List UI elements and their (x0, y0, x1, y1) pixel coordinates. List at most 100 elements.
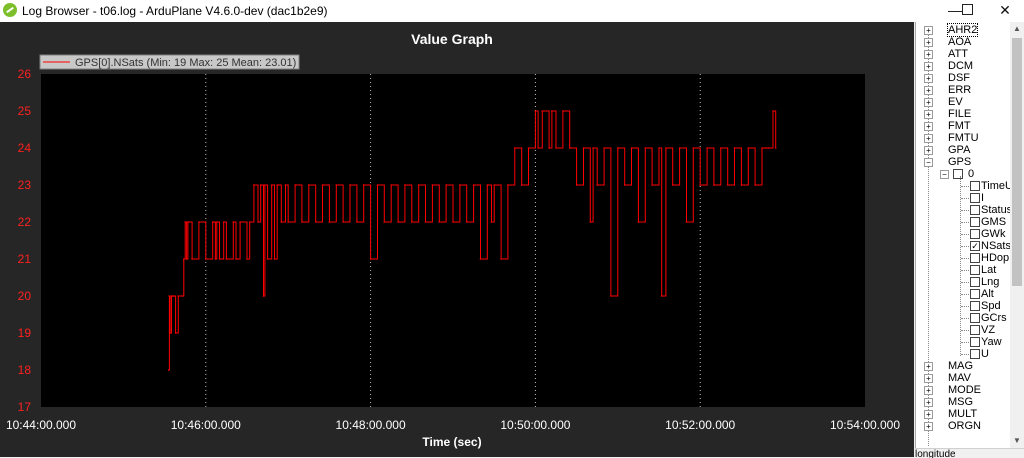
tree-item-msg[interactable]: + MSG (916, 396, 1011, 408)
expand-icon[interactable]: − (924, 158, 933, 167)
tree-scrollbar[interactable]: ▲ ▼ (1010, 22, 1024, 448)
field-label: U (981, 348, 989, 360)
value-graph[interactable]: Value Graph 17 18 19 20 21 22 23 24 25 26 10:44:0… (0, 22, 914, 457)
tree-item-mav[interactable]: + MAV (916, 372, 1011, 384)
data-point (548, 147, 550, 149)
tree-item-label: ORGN (948, 420, 981, 432)
field-gwk[interactable]: GWk (916, 228, 1011, 240)
field-checkbox[interactable] (970, 349, 980, 359)
expand-icon[interactable]: + (924, 122, 933, 131)
field-status[interactable]: Status (916, 204, 1012, 216)
data-point (706, 147, 708, 149)
field-label: NSats (981, 240, 1011, 252)
data-point (314, 221, 317, 223)
field-gms[interactable]: GMS (916, 216, 1011, 228)
scroll-thumb[interactable] (1012, 38, 1022, 286)
field-lng[interactable]: Lng (916, 276, 1011, 288)
data-point (280, 221, 283, 223)
data-point (321, 184, 324, 186)
field-tree[interactable]: + AHR2 + AOA + ATT + DCM + DSF + ERR + EV + FILE + FMT + FM… (915, 22, 1024, 448)
data-point (644, 147, 647, 149)
field-checkbox[interactable] (970, 193, 980, 203)
expand-icon[interactable]: + (924, 362, 933, 371)
tree-item-err[interactable]: + ERR (916, 84, 1011, 96)
field-alt[interactable]: Alt (916, 288, 1011, 300)
field-checkbox[interactable] (970, 313, 980, 323)
tree-item-label: MAV (948, 372, 972, 384)
field-checkbox[interactable] (970, 253, 980, 263)
tree-item-label: 0 (968, 168, 975, 180)
field-yaw[interactable]: Yaw (916, 336, 1011, 348)
x-tick-label: 10:54:00.000 (830, 418, 900, 432)
close-button[interactable]: ✕ (986, 0, 1024, 22)
field-checkbox[interactable] (970, 325, 980, 335)
tree-item-mag[interactable]: + MAG (916, 360, 1011, 372)
expand-icon[interactable]: + (924, 410, 933, 419)
field-gcrs[interactable]: GCrs (916, 312, 1011, 324)
tree-connector (961, 186, 969, 187)
field-hdop[interactable]: HDop (916, 252, 1011, 264)
tree-item-fmt[interactable]: + FMT (916, 120, 1011, 132)
expand-icon[interactable]: + (924, 62, 933, 71)
tree-item-file[interactable]: + FILE (916, 108, 1011, 120)
tree-item-gps-0[interactable]: −0 (916, 168, 1011, 180)
field-checkbox[interactable] (970, 205, 980, 215)
field-checkbox[interactable] (970, 337, 980, 347)
tree-item-mode[interactable]: + MODE (916, 384, 1011, 396)
field-checkbox[interactable] (970, 277, 980, 287)
field-checkbox[interactable] (970, 265, 980, 275)
field-label: GWk (981, 228, 1006, 240)
data-point (568, 147, 571, 149)
expand-icon[interactable]: + (924, 86, 933, 95)
field-checkbox[interactable] (970, 301, 980, 311)
tree-item-gpa[interactable]: + GPA (916, 144, 1011, 156)
expand-icon[interactable]: + (924, 26, 933, 35)
instance-checkbox[interactable] (953, 169, 963, 179)
field-nsats[interactable]: ✓ NSats (916, 240, 1011, 252)
data-point (218, 258, 221, 260)
maximize-button[interactable] (962, 4, 973, 15)
data-point (181, 295, 184, 297)
expand-icon[interactable]: + (924, 374, 933, 383)
tree-item-mult[interactable]: + MULT (916, 408, 1011, 420)
field-checkbox[interactable]: ✓ (970, 241, 980, 251)
field-checkbox[interactable] (970, 229, 980, 239)
expand-icon[interactable]: + (924, 146, 933, 155)
tree-item-dcm[interactable]: + DCM (916, 60, 1011, 72)
expand-icon[interactable]: + (924, 398, 933, 407)
y-axis: 17 18 19 20 21 22 23 24 25 26 (18, 67, 32, 414)
y-tick-label: 19 (18, 326, 32, 340)
data-point (445, 184, 447, 186)
data-point (177, 295, 180, 297)
expand-icon[interactable]: + (924, 134, 933, 143)
tree-item-att[interactable]: + ATT (916, 48, 1011, 60)
expand-icon[interactable]: + (924, 74, 933, 83)
field-checkbox[interactable] (970, 289, 980, 299)
collapse-icon[interactable]: − (940, 170, 949, 179)
scroll-down-button[interactable]: ▼ (1010, 434, 1024, 448)
field-u[interactable]: U (916, 348, 1011, 360)
field-vz[interactable]: VZ (916, 324, 1011, 336)
expand-icon[interactable]: + (924, 422, 933, 431)
expand-icon[interactable]: + (924, 38, 933, 47)
field-checkbox[interactable] (970, 217, 980, 227)
data-point (185, 258, 188, 260)
expand-icon[interactable]: + (924, 110, 933, 119)
expand-icon[interactable]: + (924, 98, 933, 107)
tree-item-orgn[interactable]: + ORGN (916, 420, 1011, 432)
field-timeus[interactable]: TimeUS (916, 180, 1020, 192)
tree-item-ev[interactable]: + EV (916, 96, 1011, 108)
field-spd[interactable]: Spd (916, 300, 1011, 312)
tree-item-dsf[interactable]: + DSF (916, 72, 1011, 84)
data-point (301, 221, 303, 223)
field-lat[interactable]: Lat (916, 264, 1011, 276)
field-checkbox[interactable] (970, 181, 980, 191)
scroll-up-button[interactable]: ▲ (1010, 22, 1024, 36)
tree-item-ahr2[interactable]: + AHR2 (916, 23, 1011, 37)
tree-item-fmtu[interactable]: + FMTU (916, 132, 1011, 144)
field-i[interactable]: I (916, 192, 1011, 204)
tree-item-aoa[interactable]: + AOA (916, 36, 1011, 48)
expand-icon[interactable]: + (924, 386, 933, 395)
expand-icon[interactable]: + (924, 50, 933, 59)
tree-item-gps[interactable]: − GPS (916, 156, 1011, 168)
